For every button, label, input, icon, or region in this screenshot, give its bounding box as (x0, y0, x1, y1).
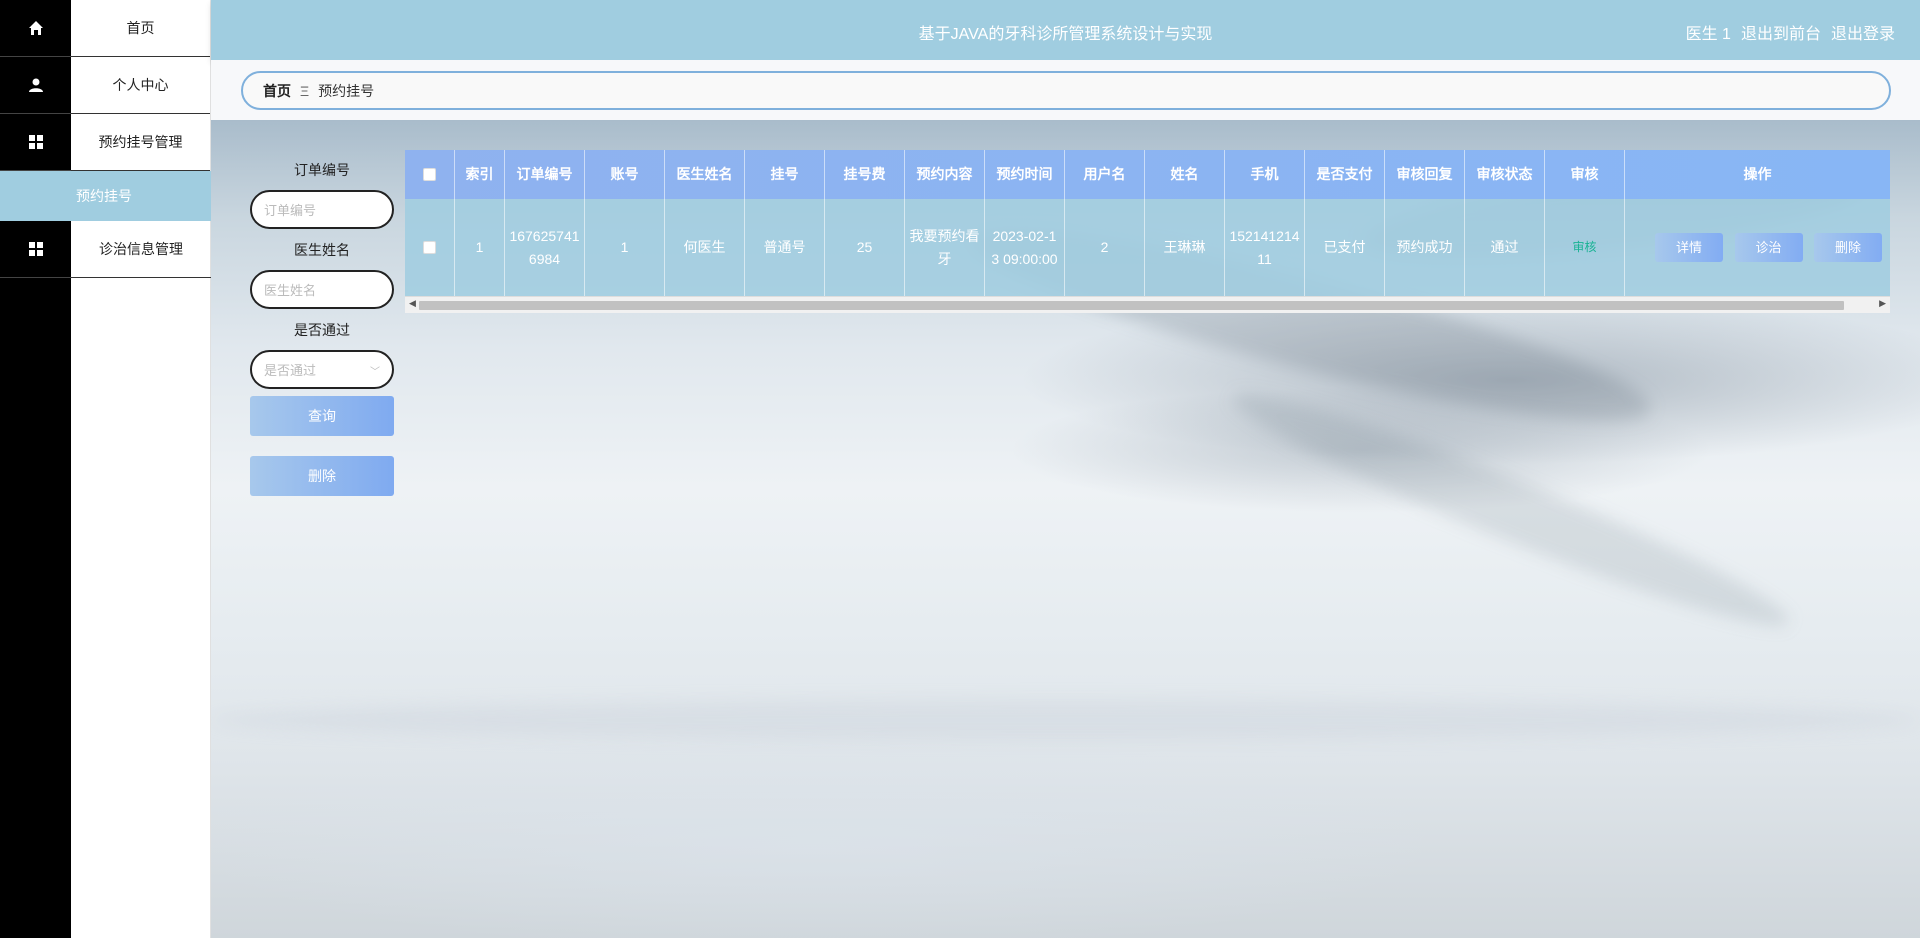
cell-doctor: 何医生 (665, 199, 745, 296)
order-no-placeholder: 订单编号 (264, 203, 317, 218)
cell-reg-type: 普通号 (745, 199, 825, 296)
query-button[interactable]: 查询 (250, 396, 394, 436)
header-cell: 账号 (585, 150, 665, 199)
sidebar-item-treatment-management[interactable]: 诊治信息管理 (71, 221, 211, 278)
breadcrumb-home[interactable]: 首页 (263, 81, 291, 101)
app-title: 基于JAVA的牙科诊所管理系统设计与实现 (918, 26, 1213, 43)
sidebar-menu: 首页 个人中心 预约挂号管理 诊治信息管理 (71, 0, 211, 938)
sidebar-item-label: 首页 (126, 20, 155, 36)
background-ridge (211, 700, 1920, 740)
cell-account: 1 (585, 199, 665, 296)
horizontal-scrollbar[interactable]: ◀ ▶ (405, 296, 1890, 313)
cell-time: 2023-02-13 09:00:00 (985, 199, 1065, 296)
cell-reply: 预约成功 (1385, 199, 1465, 296)
delete-selected-button[interactable]: 删除 (250, 456, 394, 496)
header-cell: 操作 (1743, 166, 1772, 182)
doctor-name-placeholder: 医生姓名 (264, 283, 317, 298)
header-cell: 手机 (1225, 150, 1305, 199)
cell-index: 1 (455, 199, 505, 296)
sidebar-item-label: 个人中心 (112, 77, 169, 93)
row-select-cell (405, 199, 455, 296)
cell-fee: 25 (825, 199, 905, 296)
header-cell: 挂号费 (825, 150, 905, 199)
top-header: 基于JAVA的牙科诊所管理系统设计与实现 医生 1 退出到前台 退出登录 (211, 0, 1920, 60)
header-cell: 审核 (1545, 150, 1625, 199)
table-header-row: 索引 订单编号 账号 医生姓名 挂号 挂号费 预约内容 预约时间 用户名 姓名 … (405, 150, 1890, 199)
cell-phone: 15214121411 (1225, 199, 1305, 296)
grid-icon[interactable] (0, 221, 71, 278)
header-cell: 用户名 (1065, 150, 1145, 199)
header-cell: 是否支付 (1305, 150, 1385, 199)
table-row: 1 1676257416984 1 何医生 普通号 25 我要预约看牙 2023… (405, 199, 1890, 296)
sidebar-item-label: 预约挂号管理 (98, 134, 183, 150)
breadcrumb-bar: 首页 Ξ 预约挂号 (211, 60, 1920, 120)
breadcrumb: 首页 Ξ 预约挂号 (241, 71, 1891, 110)
breadcrumb-current: 预约挂号 (318, 82, 375, 99)
row-checkbox[interactable] (423, 241, 436, 254)
delete-button[interactable]: 删除 (1814, 233, 1882, 262)
header-cell: 姓名 (1145, 150, 1225, 199)
grid-icon[interactable] (0, 114, 71, 171)
treat-button[interactable]: 诊治 (1734, 233, 1803, 262)
scroll-right-icon[interactable]: ▶ (1879, 298, 1886, 309)
order-no-label: 订单编号 (294, 162, 350, 178)
passed-placeholder: 是否通过 (264, 363, 317, 378)
header-cell: 预约内容 (905, 150, 985, 199)
appointment-table: 索引 订单编号 账号 医生姓名 挂号 挂号费 预约内容 预约时间 用户名 姓名 … (405, 150, 1890, 313)
header-cell: 挂号 (745, 150, 825, 199)
home-icon[interactable] (0, 0, 71, 57)
cell-actions: 详情 诊治 删除 (1625, 199, 1890, 296)
chevron-down-icon: ﹀ (370, 367, 380, 378)
cell-content: 我要预约看牙 (905, 199, 985, 296)
select-all-cell (405, 150, 455, 199)
audit-link[interactable]: 审核 (1572, 236, 1596, 259)
sidebar-item-home[interactable]: 首页 (71, 0, 210, 57)
scrollbar-thumb[interactable] (419, 301, 1844, 310)
sidebar-item-profile[interactable]: 个人中心 (71, 57, 210, 114)
sidebar-item-label: 诊治信息管理 (99, 241, 183, 257)
order-no-input[interactable]: 订单编号 (250, 190, 394, 229)
breadcrumb-separator: Ξ (300, 82, 310, 99)
header-cell: 预约时间 (985, 150, 1065, 199)
header-user-area: 医生 1 退出到前台 退出登录 (1686, 20, 1895, 44)
cell-order-no: 1676257416984 (505, 199, 585, 296)
sidebar-item-appointment-management[interactable]: 预约挂号管理 (71, 114, 210, 171)
user-icon[interactable] (0, 57, 71, 114)
cell-audit: 审核 (1545, 199, 1625, 296)
cell-username: 2 (1065, 199, 1145, 296)
sidebar-item-appointment[interactable]: 预约挂号 (0, 171, 211, 221)
cell-name: 王琳琳 (1145, 199, 1225, 296)
sidebar-item-label: 预约挂号 (76, 188, 132, 204)
doctor-name-input[interactable]: 医生姓名 (250, 270, 394, 309)
cell-paid: 已支付 (1305, 199, 1385, 296)
logout-link[interactable]: 退出登录 (1831, 20, 1895, 44)
sidebar-icon-rail (0, 0, 71, 938)
scroll-left-icon[interactable]: ◀ (409, 298, 416, 309)
doctor-name-label: 医生姓名 (294, 242, 350, 258)
detail-button[interactable]: 详情 (1655, 233, 1723, 262)
background-ridge (1221, 369, 1801, 651)
header-cell: 索引 (455, 150, 505, 199)
header-cell: 审核状态 (1465, 150, 1545, 199)
cell-status: 通过 (1465, 199, 1545, 296)
passed-select[interactable]: 是否通过 ﹀ (250, 350, 394, 389)
header-cell: 订单编号 (505, 150, 585, 199)
select-all-checkbox[interactable] (423, 168, 436, 181)
back-to-front-link[interactable]: 退出到前台 (1741, 20, 1821, 44)
user-label: 医生 1 (1685, 26, 1731, 43)
header-cell: 审核回复 (1385, 150, 1465, 199)
header-cell: 医生姓名 (665, 150, 745, 199)
passed-label: 是否通过 (294, 322, 350, 338)
